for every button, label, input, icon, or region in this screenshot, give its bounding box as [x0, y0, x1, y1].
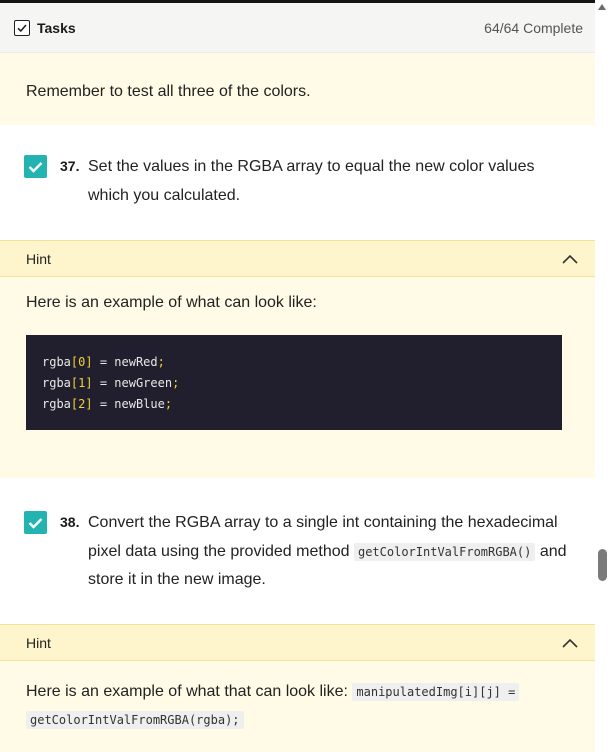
scrollbar[interactable] [595, 0, 610, 752]
hint-38-intro: Here is an example of what that can look… [26, 683, 348, 700]
hint-37-label: Hint [26, 250, 51, 267]
code-line: rgba[2] = newBlue; [42, 397, 173, 411]
checkbox-icon [14, 19, 30, 36]
example-code-part1: manipulatedImg[i][j] = [352, 683, 520, 701]
tasks-header[interactable]: Tasks 64/64 Complete [0, 3, 595, 53]
chevron-up-icon [562, 638, 578, 648]
tasks-title: Tasks [37, 19, 76, 36]
task-38-checkbox[interactable] [24, 511, 47, 534]
hint-37-body: Here is an example of what can look like… [0, 277, 595, 478]
check-icon [28, 517, 43, 529]
task-panel: Tasks 64/64 Complete Remember to test al… [0, 0, 595, 752]
task-38: 38. Convert the RGBA array to a single i… [0, 478, 595, 624]
hint-38-toggle[interactable]: Hint [0, 624, 595, 661]
previous-task-note: Remember to test all three of the colors… [0, 53, 595, 125]
method-code: getColorIntValFromRGBA() [353, 542, 536, 561]
hint-37-intro: Here is an example of what can look like… [26, 294, 317, 311]
scroll-up-arrow-icon[interactable] [598, 4, 606, 10]
task-38-text: Convert the RGBA array to a single int c… [88, 509, 575, 595]
task-37-number: 37. [60, 158, 80, 174]
hint-38-body: Here is an example of what that can look… [0, 661, 595, 752]
hint-38-text: Here is an example of what that can look… [26, 678, 562, 734]
task-38-number: 38. [60, 514, 80, 530]
hint-37-code-block: rgba[0] = newRed; rgba[1] = newGreen; rg… [26, 335, 562, 430]
scrollbar-thumb[interactable] [598, 549, 607, 581]
task-37: 37. Set the values in the RGBA array to … [0, 125, 595, 240]
check-icon [28, 161, 43, 173]
task-37-text: Set the values in the RGBA array to equa… [88, 158, 535, 204]
header-left: Tasks [14, 19, 76, 36]
code-line: rgba[1] = newGreen; [42, 376, 180, 390]
chevron-up-icon [562, 254, 578, 264]
example-code-part2: getColorIntValFromRGBA(rgba); [26, 711, 244, 729]
code-line: rgba[0] = newRed; [42, 355, 165, 369]
hint-37-toggle[interactable]: Hint [0, 240, 595, 277]
note-text: Remember to test all three of the colors… [26, 83, 311, 100]
completion-status: 64/64 Complete [484, 19, 583, 36]
hint-38-label: Hint [26, 634, 51, 651]
task-37-checkbox[interactable] [24, 155, 47, 178]
